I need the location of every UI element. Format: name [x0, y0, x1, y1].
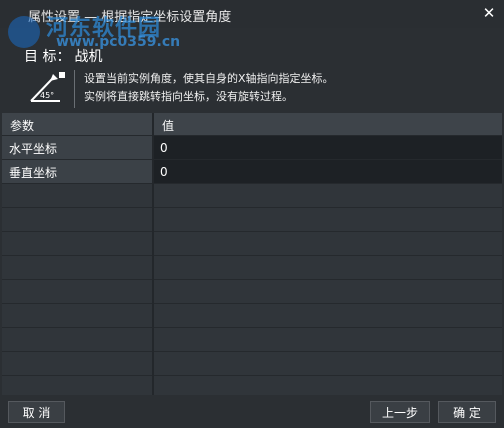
parameter-table: 参数 值 水平坐标 0 垂直坐标 0: [2, 113, 502, 395]
empty-row: [2, 327, 502, 351]
target-row: 目 标： 战机: [24, 46, 102, 66]
description-separator: [74, 70, 75, 108]
confirm-button[interactable]: 确 定: [438, 401, 496, 423]
description-line-2: 实例将直接跳转指向坐标，没有旋转过程。: [84, 90, 293, 103]
target-value: 战机: [74, 49, 103, 65]
empty-row: [2, 207, 502, 231]
param-name: 垂直坐标: [2, 160, 152, 183]
empty-row: [2, 351, 502, 375]
empty-row: [2, 279, 502, 303]
empty-row: [2, 183, 502, 207]
target-label: 目 标：: [24, 49, 71, 65]
cancel-button[interactable]: 取 消: [8, 401, 65, 423]
param-name: 水平坐标: [2, 136, 152, 159]
table-header: 参数 值: [2, 113, 502, 135]
description-line-1: 设置当前实例角度，使其自身的X轴指向指定坐标。: [84, 72, 334, 85]
header-value: 值: [162, 119, 175, 133]
table-row-horizontal[interactable]: 水平坐标 0: [2, 135, 502, 159]
param-value-input[interactable]: 0: [154, 160, 502, 183]
angle-icon-text: 45°: [40, 91, 54, 100]
angle-45-icon: 45°: [30, 72, 65, 102]
header-param: 参数: [10, 119, 35, 133]
column-divider: [152, 113, 154, 395]
window-title: 属性设置 — 根据指定坐标设置角度: [28, 10, 232, 25]
param-value-input[interactable]: 0: [154, 136, 502, 159]
title-bar[interactable]: 属性设置 — 根据指定坐标设置角度 ✕: [0, 0, 504, 28]
property-dialog: 属性设置 — 根据指定坐标设置角度 ✕ 河东软件园 www.pc0359.cn …: [0, 0, 504, 428]
previous-step-button[interactable]: 上一步: [370, 401, 430, 423]
empty-row: [2, 375, 502, 395]
table-row-vertical[interactable]: 垂直坐标 0: [2, 159, 502, 183]
empty-row: [2, 303, 502, 327]
close-icon[interactable]: ✕: [480, 4, 498, 22]
empty-row: [2, 255, 502, 279]
empty-row: [2, 231, 502, 255]
description: 设置当前实例角度，使其自身的X轴指向指定坐标。 实例将直接跳转指向坐标，没有旋转…: [84, 70, 334, 106]
